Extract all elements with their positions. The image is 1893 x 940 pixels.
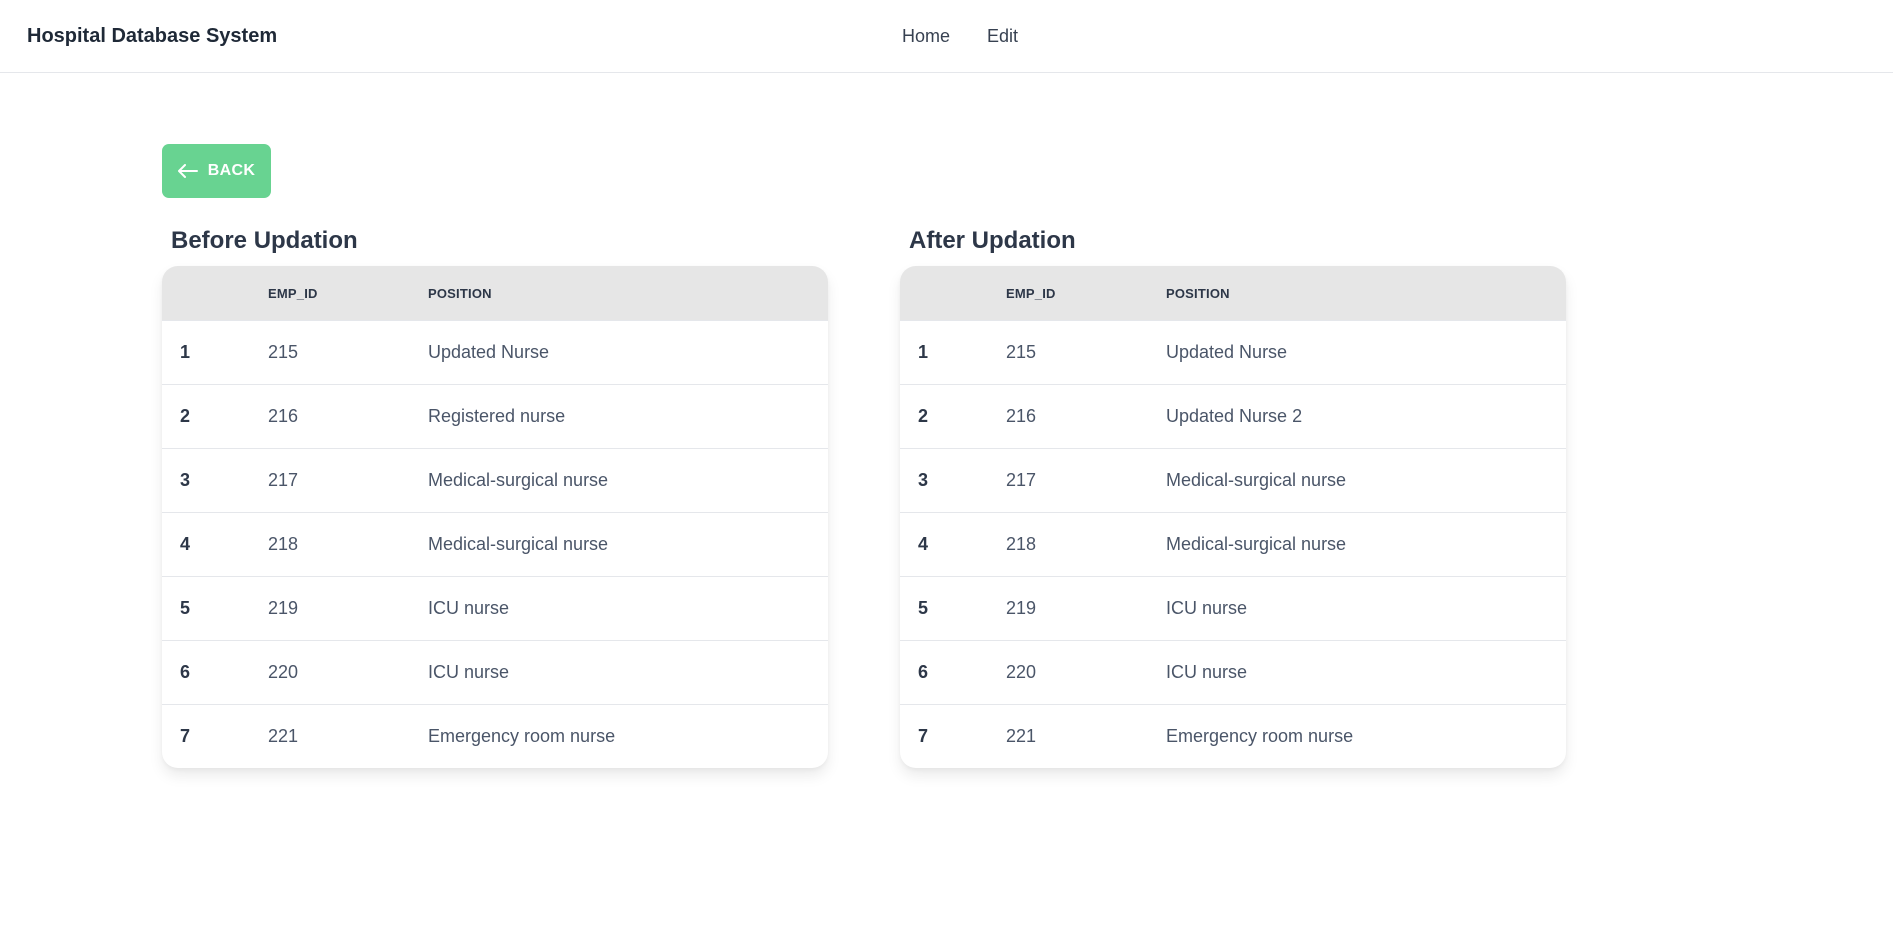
table-row: 3 217 Medical-surgical nurse — [162, 448, 828, 512]
header-emp-id: EMP_ID — [268, 285, 318, 301]
position-cell: Updated Nurse 2 — [1166, 406, 1303, 426]
row-index: 1 — [180, 342, 191, 362]
position-cell: Medical-surgical nurse — [1166, 470, 1347, 490]
table-row: 2 216 Registered nurse — [162, 384, 828, 448]
position-cell: ICU nurse — [1166, 598, 1248, 618]
position-cell: Emergency room nurse — [428, 726, 616, 746]
emp-id-cell: 220 — [1006, 662, 1037, 682]
header-position: POSITION — [1166, 285, 1230, 301]
position-cell: Medical-surgical nurse — [428, 534, 609, 554]
position-cell: ICU nurse — [1166, 662, 1248, 682]
table-row: 4 218 Medical-surgical nurse — [900, 512, 1566, 576]
nav-link-edit[interactable]: Edit — [987, 26, 1018, 47]
table-row: 6 220 ICU nurse — [162, 640, 828, 704]
emp-id-cell: 215 — [268, 342, 299, 362]
after-title: After Updation — [909, 227, 1076, 254]
row-index: 7 — [180, 726, 191, 746]
row-index: 5 — [918, 598, 929, 618]
navbar: Hospital Database System Home Edit — [0, 0, 1893, 73]
emp-id-cell: 219 — [268, 598, 299, 618]
table-row: 2 216 Updated Nurse 2 — [900, 384, 1566, 448]
position-cell: Medical-surgical nurse — [1166, 534, 1347, 554]
emp-id-cell: 221 — [1006, 726, 1037, 746]
row-index: 3 — [918, 470, 929, 490]
emp-id-cell: 218 — [268, 534, 299, 554]
table-row: 3 217 Medical-surgical nurse — [900, 448, 1566, 512]
brand-title[interactable]: Hospital Database System — [27, 25, 277, 48]
table-header: EMP_ID POSITION — [900, 266, 1566, 320]
before-table: EMP_ID POSITION 1 215 Updated Nurse 2 216 Reg… — [162, 266, 828, 768]
emp-id-cell: 218 — [1006, 534, 1037, 554]
before-title: Before Updation — [171, 227, 358, 254]
emp-id-cell: 217 — [268, 470, 299, 490]
row-index: 3 — [180, 470, 191, 490]
arrow-left-icon — [177, 164, 198, 178]
emp-id-cell: 217 — [1006, 470, 1037, 490]
table-row: 1 215 Updated Nurse — [900, 320, 1566, 384]
row-index: 5 — [180, 598, 191, 618]
position-cell: Updated Nurse — [428, 342, 550, 362]
emp-id-cell: 216 — [268, 406, 299, 426]
row-index: 6 — [918, 662, 929, 682]
table-header: EMP_ID POSITION — [162, 266, 828, 320]
position-cell: Updated Nurse — [1166, 342, 1288, 362]
back-button-label: BACK — [207, 162, 256, 179]
after-table: EMP_ID POSITION 1 215 Updated Nurse 2 216 Upd… — [900, 266, 1566, 768]
row-index: 1 — [918, 342, 929, 362]
header-position: POSITION — [428, 285, 492, 301]
row-index: 4 — [180, 534, 191, 554]
row-index: 7 — [918, 726, 929, 746]
nav-links: Home Edit — [902, 26, 1018, 47]
position-cell: Registered nurse — [428, 406, 566, 426]
position-cell: Emergency room nurse — [1166, 726, 1354, 746]
table-row: 4 218 Medical-surgical nurse — [162, 512, 828, 576]
table-row: 1 215 Updated Nurse — [162, 320, 828, 384]
nav-link-home[interactable]: Home — [902, 26, 950, 47]
row-index: 4 — [918, 534, 929, 554]
emp-id-cell: 221 — [268, 726, 299, 746]
position-cell: ICU nurse — [428, 598, 510, 618]
table-row: 5 219 ICU nurse — [162, 576, 828, 640]
table-row: 7 221 Emergency room nurse — [162, 704, 828, 768]
position-cell: Medical-surgical nurse — [428, 470, 609, 490]
header-emp-id: EMP_ID — [1006, 285, 1056, 301]
table-row: 5 219 ICU nurse — [900, 576, 1566, 640]
back-button[interactable]: BACK — [162, 144, 271, 198]
emp-id-cell: 215 — [1006, 342, 1037, 362]
emp-id-cell: 220 — [268, 662, 299, 682]
position-cell: ICU nurse — [428, 662, 510, 682]
row-index: 6 — [180, 662, 191, 682]
row-index: 2 — [180, 406, 191, 426]
row-index: 2 — [918, 406, 929, 426]
emp-id-cell: 216 — [1006, 406, 1037, 426]
table-row: 6 220 ICU nurse — [900, 640, 1566, 704]
emp-id-cell: 219 — [1006, 598, 1037, 618]
table-row: 7 221 Emergency room nurse — [900, 704, 1566, 768]
